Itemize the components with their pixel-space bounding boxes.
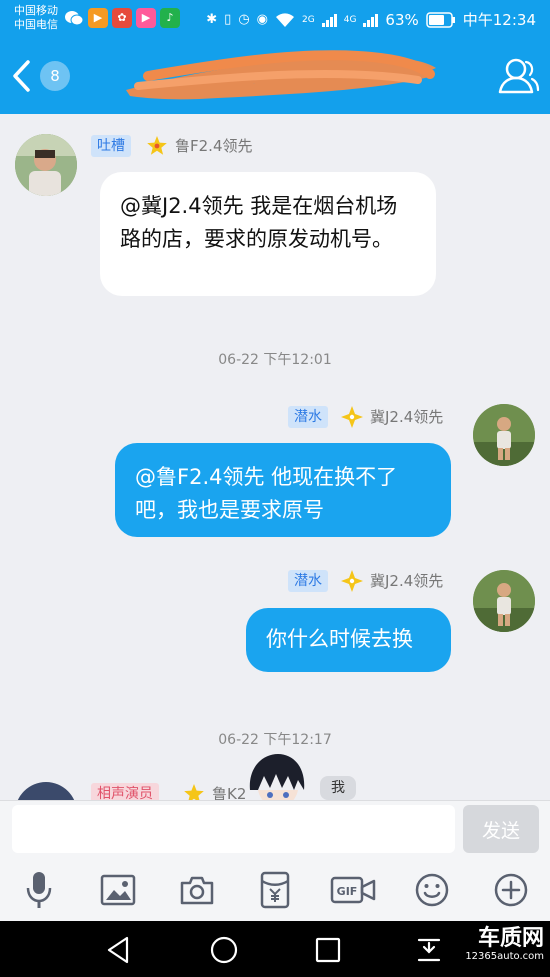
voice-button[interactable]: [17, 869, 61, 911]
anime-sticker-image: [249, 754, 305, 800]
diamond-badge-icon: [341, 406, 363, 428]
microphone-icon: [26, 872, 52, 908]
notification-pull-icon[interactable]: [412, 933, 446, 967]
member-tag: 相声演员: [91, 783, 159, 800]
unread-count-badge: 8: [40, 61, 70, 91]
video-app-icon: ▶: [136, 8, 156, 28]
message-bubble-preview[interactable]: 我: [320, 776, 356, 800]
avatar[interactable]: [15, 782, 77, 800]
input-toolbar: GIF: [0, 859, 550, 921]
wechat-icon: [64, 8, 84, 28]
sender-name: 冀J2.4领先: [370, 408, 444, 426]
emoji-button[interactable]: [410, 869, 454, 911]
chevron-left-icon: [13, 60, 30, 92]
sender-name: 鲁F2.4领先: [175, 137, 253, 155]
timestamp: 06-22 下午12:17: [218, 732, 332, 748]
message-list[interactable]: 吐槽 鲁F2.4领先 @冀J2.4领先 我是在烟台机场路的店，要求的原发动机号。…: [0, 114, 550, 800]
watermark-name: 车质网: [477, 925, 544, 951]
timestamp: 06-22 下午12:01: [218, 352, 332, 368]
plus-icon: [494, 873, 528, 907]
red-packet-icon: [260, 871, 290, 909]
camera-icon: [180, 876, 214, 905]
emoji-icon: [415, 873, 449, 907]
chat-header: 8: [0, 38, 550, 114]
send-button[interactable]: 发送: [463, 805, 539, 853]
bluetooth-icon: ✱: [206, 12, 218, 27]
battery-icon: [426, 11, 455, 28]
sender-name: 鲁K2: [212, 785, 247, 800]
diamond-badge-icon: [341, 570, 363, 592]
eye-comfort-icon: ◉: [256, 12, 269, 27]
redacted-title-scribble: [126, 50, 436, 100]
group-profile-button[interactable]: [496, 54, 540, 98]
image-button[interactable]: [96, 869, 140, 911]
message-input[interactable]: [12, 805, 455, 853]
more-button[interactable]: [489, 869, 533, 911]
signal-icon-2: [363, 13, 379, 27]
input-bar: 发送: [0, 800, 550, 859]
svg-text:GIF: GIF: [337, 885, 358, 898]
recents-square-icon[interactable]: [311, 933, 345, 967]
app-icon-orange: ▶: [88, 8, 108, 28]
alarm-icon: ◷: [238, 12, 250, 27]
watermark-logo: 车质网 12365auto.com: [465, 925, 544, 963]
home-circle-icon[interactable]: [207, 933, 241, 967]
profile-icon: [498, 58, 540, 94]
image-icon: [100, 874, 136, 906]
status-indicators: ✱ ▯ ◷ ◉ 2G 4G 63% 中午12:34: [206, 9, 536, 30]
back-triangle-icon[interactable]: [101, 933, 135, 967]
star-badge-icon: [184, 784, 204, 800]
message-bubble-outgoing[interactable]: @鲁F2.4领先 他现在换不了吧，我也是要求原号: [115, 443, 451, 537]
clock: 中午12:34: [462, 11, 536, 29]
message-bubble-incoming[interactable]: @冀J2.4领先 我是在烟台机场路的店，要求的原发动机号。: [100, 172, 436, 296]
signal-icon: [321, 13, 337, 27]
carrier-1: 中国移动: [14, 4, 58, 17]
camera-button[interactable]: [175, 869, 219, 911]
gif-icon: GIF: [330, 876, 376, 904]
music-app-icon: ♪: [160, 8, 180, 28]
back-button[interactable]: 8: [10, 58, 80, 94]
member-tag: 潜水: [288, 570, 328, 592]
system-navigation-bar: 车质网 12365auto.com: [0, 921, 550, 977]
avatar[interactable]: [473, 570, 535, 632]
watermark-url: 12365auto.com: [465, 951, 544, 962]
member-tag: 吐槽: [91, 135, 131, 157]
red-packet-button[interactable]: [253, 869, 297, 911]
network-4g-label: 4G: [343, 14, 357, 25]
message-bubble-outgoing[interactable]: 你什么时候去换: [246, 608, 451, 672]
avatar[interactable]: [15, 134, 77, 196]
battery-percent: 63%: [385, 10, 419, 29]
sender-name: 冀J2.4领先: [370, 572, 444, 590]
vibrate-icon: ▯: [224, 12, 232, 27]
carrier-2: 中国电信: [14, 18, 58, 31]
status-bar: 中国移动 中国电信 ▶ ✿ ▶ ♪ ✱ ▯ ◷ ◉ 2G 4G 63% 中午12…: [0, 0, 550, 38]
star-badge-icon: [147, 136, 167, 155]
network-2g-label: 2G: [302, 14, 315, 25]
app-icon-multicolor: ✿: [112, 8, 132, 28]
avatar[interactable]: [473, 404, 535, 466]
gif-button[interactable]: GIF: [330, 869, 376, 911]
member-tag: 潜水: [288, 406, 328, 428]
wifi-icon: [276, 12, 295, 27]
carrier-info: 中国移动 中国电信: [14, 4, 58, 32]
notification-app-icons: ▶ ✿ ▶ ♪: [64, 8, 180, 28]
